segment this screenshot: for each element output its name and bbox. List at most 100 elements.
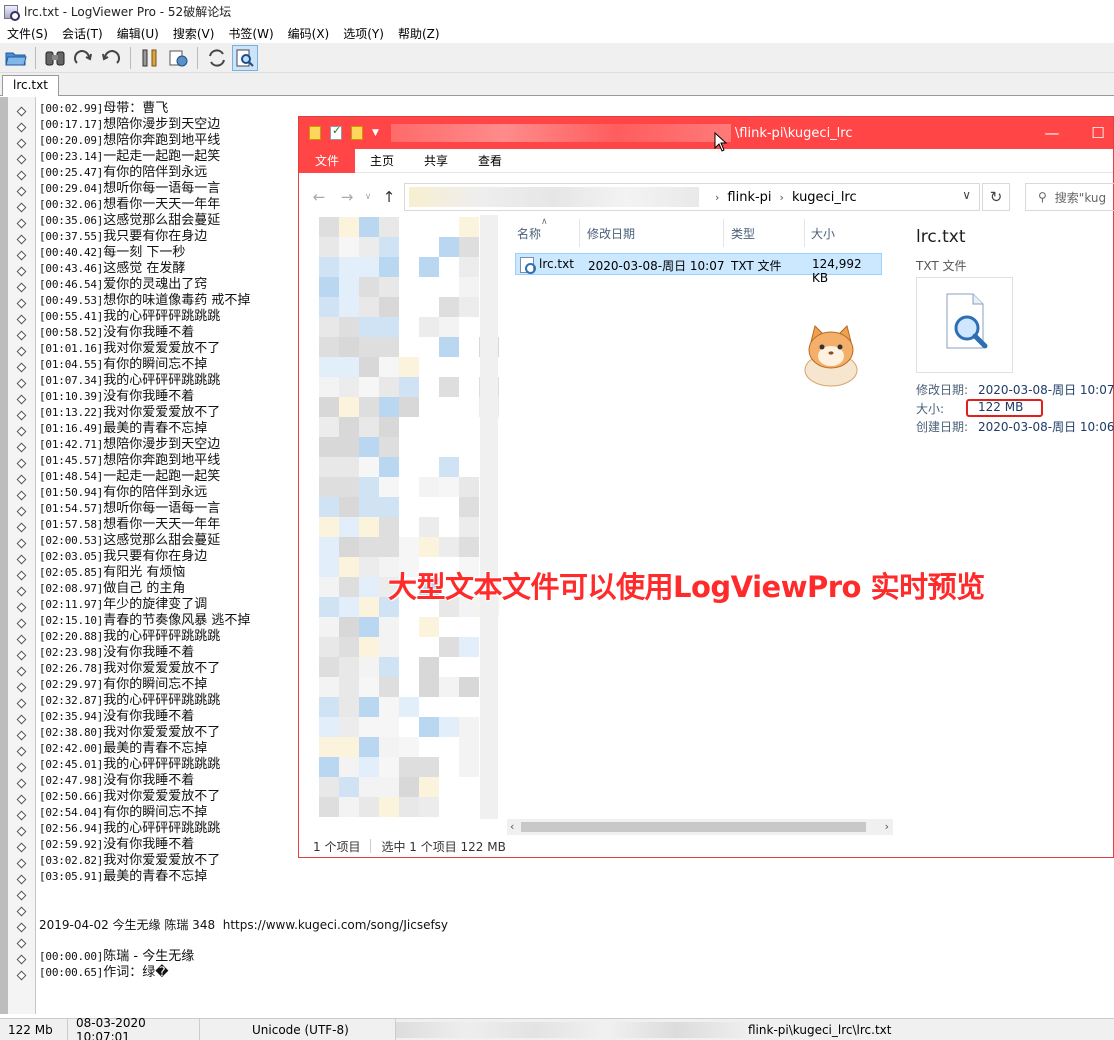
line-marker[interactable] <box>13 775 29 791</box>
scroll-left-icon[interactable]: ‹ <box>510 819 514 835</box>
log-line[interactable]: [02:20.88]我的心砰砰砰跳跳跳 <box>39 629 329 645</box>
line-marker[interactable] <box>13 695 29 711</box>
tab-lrc-txt[interactable]: lrc.txt <box>2 75 59 96</box>
log-line[interactable]: [02:03.05]我只要有你在身边 <box>39 549 329 565</box>
tab-file[interactable]: 文件 <box>299 148 356 173</box>
line-marker[interactable] <box>13 663 29 679</box>
line-marker[interactable] <box>13 119 29 135</box>
log-line[interactable]: [00:55.41]我的心砰砰砰跳跳跳 <box>39 309 329 325</box>
log-line[interactable]: [01:45.57]想陪你奔跑到地平线 <box>39 453 329 469</box>
line-marker[interactable] <box>13 631 29 647</box>
line-marker[interactable] <box>13 423 29 439</box>
find-previous-button[interactable] <box>98 45 124 71</box>
line-marker[interactable] <box>13 343 29 359</box>
line-marker[interactable] <box>13 295 29 311</box>
address-box[interactable]: › flink-pi › kugeci_lrc ∨ <box>404 183 980 211</box>
new-folder-icon[interactable] <box>351 126 363 140</box>
log-line[interactable]: [02:23.98]没有你我睡不着 <box>39 645 329 661</box>
line-marker[interactable] <box>13 183 29 199</box>
tools-button[interactable] <box>137 45 163 71</box>
line-marker[interactable] <box>13 407 29 423</box>
line-marker[interactable] <box>13 247 29 263</box>
log-line[interactable]: [01:13.22]我对你爱爱爱放不了 <box>39 405 329 421</box>
log-line[interactable]: [00:49.53]想你的味道像毒药 戒不掉 <box>39 293 329 309</box>
address-dropdown-icon[interactable]: ∨ <box>962 188 971 202</box>
line-marker[interactable] <box>13 807 29 823</box>
log-line[interactable]: [02:42.00]最美的青春不忘掉 <box>39 741 329 757</box>
minimize-icon[interactable]: — <box>1029 117 1075 149</box>
line-marker[interactable] <box>13 279 29 295</box>
log-line[interactable]: 2019-04-02 今生无缘 陈瑞 348 https://www.kugec… <box>39 917 448 933</box>
log-line[interactable]: [02:29.97]有你的瞬间忘不掉 <box>39 677 329 693</box>
menu-session[interactable]: 会话(T) <box>55 25 110 42</box>
log-line[interactable]: [01:54.57]想听你每一语每一言 <box>39 501 329 517</box>
quick-access-dropdown-icon[interactable]: ▼ <box>372 128 379 138</box>
line-marker[interactable] <box>13 823 29 839</box>
log-line[interactable]: [00:46.54]爱你的灵魂出了窍 <box>39 277 329 293</box>
line-marker[interactable] <box>13 647 29 663</box>
log-line[interactable]: [00:23.14]一起走一起跑一起笑 <box>39 149 329 165</box>
line-marker[interactable] <box>13 791 29 807</box>
menu-file[interactable]: 文件(S) <box>0 25 55 42</box>
log-line[interactable]: [00:25.47]有你的陪伴到永远 <box>39 165 329 181</box>
log-line[interactable]: [00:00.00]陈瑞 - 今生无缘 <box>39 949 329 965</box>
line-marker[interactable] <box>13 743 29 759</box>
column-header-type[interactable]: 类型 <box>731 225 755 242</box>
live-preview-button[interactable] <box>232 44 258 71</box>
navigation-pane-redacted[interactable] <box>299 215 499 819</box>
log-line[interactable]: [02:05.85]有阳光 有烦恼 <box>39 565 329 581</box>
column-header-date[interactable]: 修改日期 <box>587 225 635 242</box>
line-marker[interactable] <box>13 759 29 775</box>
line-marker[interactable] <box>13 135 29 151</box>
back-arrow-icon[interactable]: ← <box>305 188 333 206</box>
log-line[interactable]: [02:56.94]我的心砰砰砰跳跳跳 <box>39 821 329 837</box>
line-marker[interactable] <box>13 103 29 119</box>
log-line[interactable]: [02:32.87]我的心砰砰砰跳跳跳 <box>39 693 329 709</box>
file-row-lrc-txt[interactable]: lrc.txt 2020-03-08-周日 10:07 TXT 文件 124,9… <box>515 253 882 285</box>
log-line[interactable]: [02:45.01]我的心砰砰砰跳跳跳 <box>39 757 329 773</box>
log-line[interactable]: [00:29.04]想听你每一语每一言 <box>39 181 329 197</box>
log-line[interactable]: [01:48.54]一起走一起跑一起笑 <box>39 469 329 485</box>
line-marker[interactable] <box>13 535 29 551</box>
log-line[interactable]: [02:50.66]我对你爱爱爱放不了 <box>39 789 329 805</box>
log-line[interactable]: [00:37.55]我只要有你在身边 <box>39 229 329 245</box>
log-line[interactable]: [00:02.99]母带：曹飞 <box>39 101 329 117</box>
line-marker[interactable] <box>13 951 29 967</box>
line-marker[interactable] <box>13 151 29 167</box>
line-marker[interactable] <box>13 711 29 727</box>
horizontal-scrollbar[interactable]: ‹ › <box>507 819 893 835</box>
line-marker[interactable] <box>13 967 29 983</box>
column-header-size[interactable]: 大小 <box>811 225 835 242</box>
search-input[interactable]: ⚲ 搜索"kug <box>1025 183 1114 211</box>
properties-icon[interactable] <box>330 124 342 140</box>
line-marker[interactable] <box>13 567 29 583</box>
log-line[interactable]: [00:20.09]想陪你奔跑到地平线 <box>39 133 329 149</box>
scroll-right-icon[interactable]: › <box>885 819 889 835</box>
log-line[interactable]: [02:26.78]我对你爱爱爱放不了 <box>39 661 329 677</box>
line-marker[interactable] <box>13 599 29 615</box>
line-marker[interactable] <box>13 839 29 855</box>
log-line[interactable]: [00:58.52]没有你我睡不着 <box>39 325 329 341</box>
line-marker[interactable] <box>13 199 29 215</box>
up-arrow-icon[interactable]: ↑ <box>375 188 403 206</box>
menu-search[interactable]: 搜索(V) <box>166 25 222 42</box>
line-marker[interactable] <box>13 903 29 919</box>
log-line[interactable]: [02:15.10]青春的节奏像风暴 逃不掉 <box>39 613 329 629</box>
menu-edit[interactable]: 编辑(U) <box>110 25 166 42</box>
maximize-icon[interactable]: ☐ <box>1075 117 1114 149</box>
breadcrumb-kugeci-lrc[interactable]: kugeci_lrc <box>792 190 857 205</box>
line-marker[interactable] <box>13 375 29 391</box>
tab-home[interactable]: 主页 <box>355 149 409 173</box>
log-line[interactable] <box>39 885 329 901</box>
open-folder-button[interactable] <box>3 45 29 71</box>
log-line[interactable]: [02:35.94]没有你我睡不着 <box>39 709 329 725</box>
log-line[interactable] <box>39 933 329 949</box>
line-marker[interactable] <box>13 471 29 487</box>
line-marker[interactable] <box>13 439 29 455</box>
log-line[interactable]: [02:54.04]有你的瞬间忘不掉 <box>39 805 329 821</box>
log-line[interactable]: [00:32.06]想看你一天天一年年 <box>39 197 329 213</box>
scrollbar-thumb[interactable] <box>521 822 866 832</box>
log-line[interactable]: [00:35.06]这感觉那么甜会蔓延 <box>39 213 329 229</box>
line-marker[interactable] <box>13 583 29 599</box>
line-marker[interactable] <box>13 455 29 471</box>
